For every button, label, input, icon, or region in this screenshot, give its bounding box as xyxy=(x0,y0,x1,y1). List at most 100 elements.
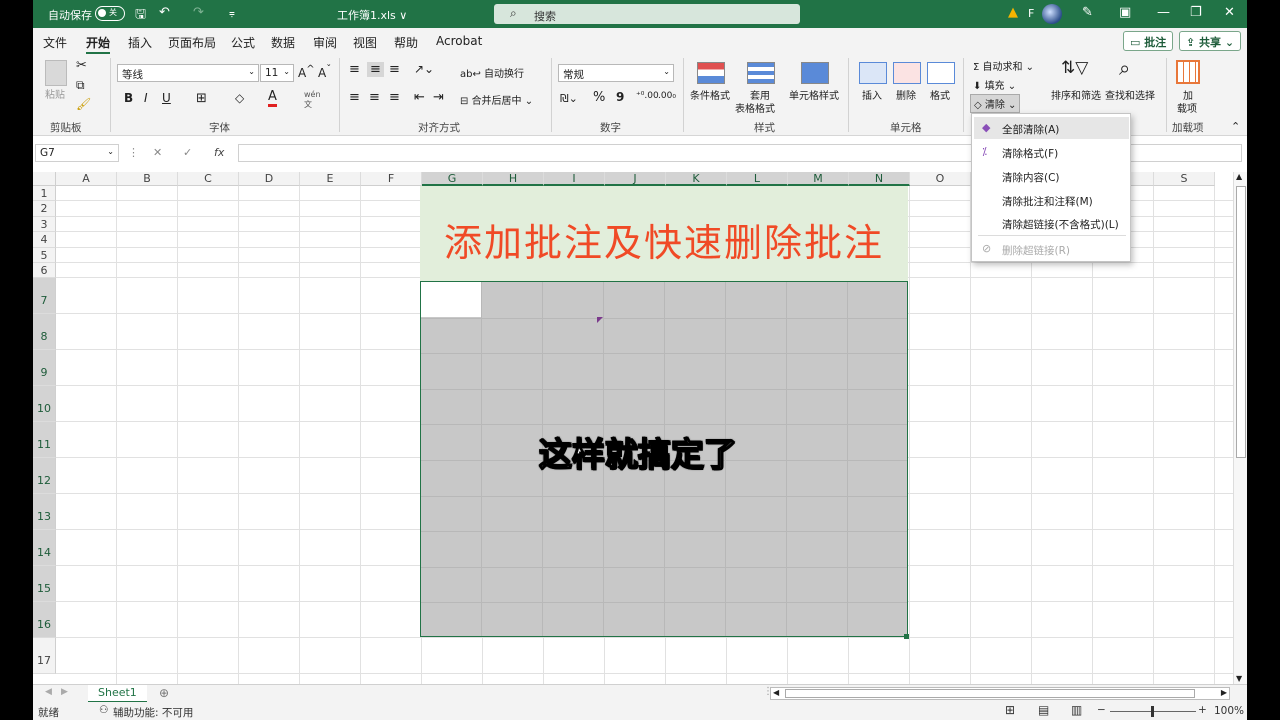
tab-insert[interactable]: 插入 xyxy=(128,34,152,51)
row-header-14[interactable]: 14 xyxy=(33,530,56,566)
tab-home[interactable]: 开始 xyxy=(86,34,111,54)
addins-label-2[interactable]: 载项 xyxy=(1177,100,1197,115)
scroll-left-icon[interactable]: ◀ xyxy=(773,688,779,697)
page-break-view-icon[interactable]: ▥ xyxy=(1071,703,1082,717)
next-sheet-icon[interactable]: ▶ xyxy=(61,687,68,697)
cell-styles-label[interactable]: 单元格样式 xyxy=(789,87,839,102)
insert-cells-icon[interactable] xyxy=(859,62,887,84)
menu-item-clear-hyperlinks[interactable]: 清除超链接(不含格式)(L) xyxy=(974,212,1129,234)
column-header-e[interactable]: E xyxy=(300,172,361,186)
delete-cells-icon[interactable] xyxy=(893,62,921,84)
row-header-6[interactable]: 6 xyxy=(33,263,56,278)
autosave-toggle[interactable]: 关 xyxy=(95,6,125,21)
italic-button[interactable]: I xyxy=(144,91,148,105)
paste-icon[interactable] xyxy=(45,60,67,86)
borders-icon[interactable]: ⊞ xyxy=(196,91,207,106)
normal-view-icon[interactable]: ⊞ xyxy=(1005,703,1015,717)
menu-item-clear-formats[interactable]: ⁒ 清除格式(F) xyxy=(974,141,1129,163)
active-cell[interactable] xyxy=(421,282,481,317)
format-cells-label[interactable]: 格式 xyxy=(930,87,950,102)
share-button[interactable]: ⇪ 共享 ⌄ xyxy=(1179,31,1242,51)
increase-indent-icon[interactable]: ⇥ xyxy=(433,90,444,105)
number-format-combo[interactable]: 常规 ⌄ xyxy=(558,64,674,82)
avatar[interactable] xyxy=(1042,4,1062,24)
zoom-level[interactable]: 100% xyxy=(1214,705,1244,717)
format-cells-icon[interactable] xyxy=(927,62,955,84)
bold-button[interactable]: B xyxy=(124,91,133,105)
column-header-a[interactable]: A xyxy=(56,172,117,186)
column-header-c[interactable]: C xyxy=(178,172,239,186)
grow-font-icon[interactable]: A^ xyxy=(298,64,315,80)
row-header-9[interactable]: 9 xyxy=(33,350,56,386)
search-box[interactable]: ⌕ 搜索 xyxy=(494,4,800,24)
customize-qat-icon[interactable]: ⩦ xyxy=(229,8,235,19)
row-header-17[interactable]: 17 xyxy=(33,638,56,674)
column-header-f[interactable]: F xyxy=(361,172,422,186)
underline-button[interactable]: U xyxy=(162,91,171,105)
orientation-icon[interactable]: ↗⌄ xyxy=(414,62,434,76)
column-header-m[interactable]: M xyxy=(788,172,849,186)
insert-cells-label[interactable]: 插入 xyxy=(862,87,882,102)
autosum-button[interactable]: Σ 自动求和 ⌄ xyxy=(973,58,1034,73)
font-size-combo[interactable]: 11 ⌄ xyxy=(260,64,294,82)
horizontal-scroll-thumb[interactable] xyxy=(785,689,1195,698)
row-header-7[interactable]: 7 xyxy=(33,278,56,314)
increase-decimal-icon[interactable]: ⁺⁰.00 xyxy=(636,91,659,101)
sort-filter-icon[interactable]: ⇅▽ xyxy=(1061,58,1088,78)
font-color-icon[interactable]: A xyxy=(268,89,277,107)
shrink-font-icon[interactable]: Aˇ xyxy=(318,64,331,80)
column-header-j[interactable]: J xyxy=(605,172,666,186)
row-header-3[interactable]: 3 xyxy=(33,217,56,232)
format-painter-icon[interactable]: 🖌 xyxy=(76,97,91,111)
column-header-i[interactable]: I xyxy=(544,172,605,186)
addins-icon[interactable] xyxy=(1176,60,1200,84)
format-as-table-icon[interactable] xyxy=(747,62,775,84)
vertical-scrollbar[interactable]: ▲ ▼ xyxy=(1233,172,1247,684)
percent-button[interactable]: % xyxy=(593,90,605,105)
scroll-right-icon[interactable]: ▶ xyxy=(1221,688,1227,697)
scroll-up-icon[interactable]: ▲ xyxy=(1236,172,1242,181)
insert-function-button[interactable]: fx xyxy=(214,146,224,159)
column-header-k[interactable]: K xyxy=(666,172,727,186)
pen-icon[interactable]: ✎ xyxy=(1082,5,1093,20)
find-select-label[interactable]: 查找和选择 xyxy=(1105,87,1155,102)
font-name-combo[interactable]: 等线 ⌄ xyxy=(117,64,259,82)
scroll-down-icon[interactable]: ▼ xyxy=(1236,674,1242,683)
wrap-text-button[interactable]: ab↩ 自动换行 xyxy=(460,65,524,80)
tab-view[interactable]: 视图 xyxy=(353,34,377,51)
row-header-10[interactable]: 10 xyxy=(33,386,56,422)
undo-icon[interactable]: ↶ xyxy=(159,5,170,20)
align-center-icon[interactable]: ≡ xyxy=(369,90,380,105)
vertical-scroll-thumb[interactable] xyxy=(1236,186,1246,458)
row-header-15[interactable]: 15 xyxy=(33,566,56,602)
cell-styles-icon[interactable] xyxy=(801,62,829,84)
zoom-slider-thumb[interactable] xyxy=(1151,706,1154,717)
merge-center-button[interactable]: ⊟ 合并后居中 ⌄ xyxy=(460,92,533,107)
phonetic-icon[interactable]: wén 文 xyxy=(304,90,321,110)
zoom-slider[interactable] xyxy=(1110,706,1196,717)
row-header-1[interactable]: 1 xyxy=(33,186,56,201)
format-as-table-label-2[interactable]: 表格格式 xyxy=(735,100,775,115)
clear-button[interactable]: ◇ 清除 ⌄ xyxy=(970,94,1021,113)
column-header-s[interactable]: S xyxy=(1154,172,1215,186)
conditional-format-icon[interactable] xyxy=(697,62,725,84)
copy-icon[interactable]: ⧉ xyxy=(76,78,85,93)
cancel-icon[interactable]: ✕ xyxy=(153,146,162,159)
horizontal-scrollbar[interactable]: ◀ ▶ xyxy=(770,687,1230,700)
tab-help[interactable]: 帮助 xyxy=(394,34,418,51)
warning-icon[interactable]: ▲ xyxy=(1008,5,1018,20)
row-header-4[interactable]: 4 xyxy=(33,232,56,248)
row-header-2[interactable]: 2 xyxy=(33,201,56,217)
row-header-13[interactable]: 13 xyxy=(33,494,56,530)
page-layout-view-icon[interactable]: ▤ xyxy=(1038,703,1049,717)
find-select-icon[interactable]: ⌕ xyxy=(1119,56,1130,80)
column-header-l[interactable]: L xyxy=(727,172,788,186)
tab-data[interactable]: 数据 xyxy=(271,34,295,51)
row-header-16[interactable]: 16 xyxy=(33,602,56,638)
accessibility-icon[interactable]: ⚇ xyxy=(99,704,108,716)
align-left-icon[interactable]: ≡ xyxy=(349,90,360,105)
save-icon[interactable]: 🖫 xyxy=(135,5,146,27)
document-title[interactable]: 工作簿1.xls ∨ xyxy=(337,7,407,23)
sheet-tab-sheet1[interactable]: Sheet1 xyxy=(88,685,147,703)
delete-cells-label[interactable]: 删除 xyxy=(896,87,916,102)
